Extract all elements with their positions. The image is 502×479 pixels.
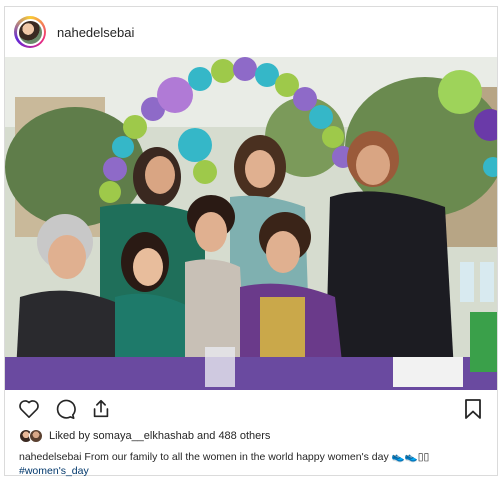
caption: nahedelsebai From our family to all the … — [19, 450, 489, 478]
post-header: nahedelsebai — [5, 7, 497, 57]
share-icon[interactable] — [89, 397, 113, 421]
likes-summary: Liked by somaya__elkhashab and 488 other… — [19, 427, 270, 445]
likes-prefix: Liked by — [49, 430, 90, 442]
liker-username-link[interactable]: somaya__elkhashab — [93, 430, 194, 442]
liker-avatar — [29, 429, 43, 443]
likes-others-link[interactable]: 488 others — [218, 430, 270, 442]
heart-icon[interactable] — [17, 397, 41, 421]
likes-connector: and — [197, 430, 216, 442]
caption-text: From our family to all the women in the … — [84, 451, 430, 463]
post-card: nahedelsebai Liked by somaya__elkhashab … — [4, 6, 498, 478]
comment-icon[interactable] — [53, 397, 77, 421]
post-photo[interactable] — [5, 57, 497, 390]
username-link[interactable]: nahedelsebai — [57, 25, 134, 40]
caption-username-link[interactable]: nahedelsebai — [19, 451, 81, 463]
avatar-image — [16, 18, 44, 46]
avatar[interactable] — [14, 16, 46, 48]
hashtag-link[interactable]: #women's_day — [19, 464, 489, 478]
photo-illustration — [5, 57, 497, 390]
bookmark-icon[interactable] — [461, 397, 485, 421]
action-bar — [5, 390, 497, 428]
